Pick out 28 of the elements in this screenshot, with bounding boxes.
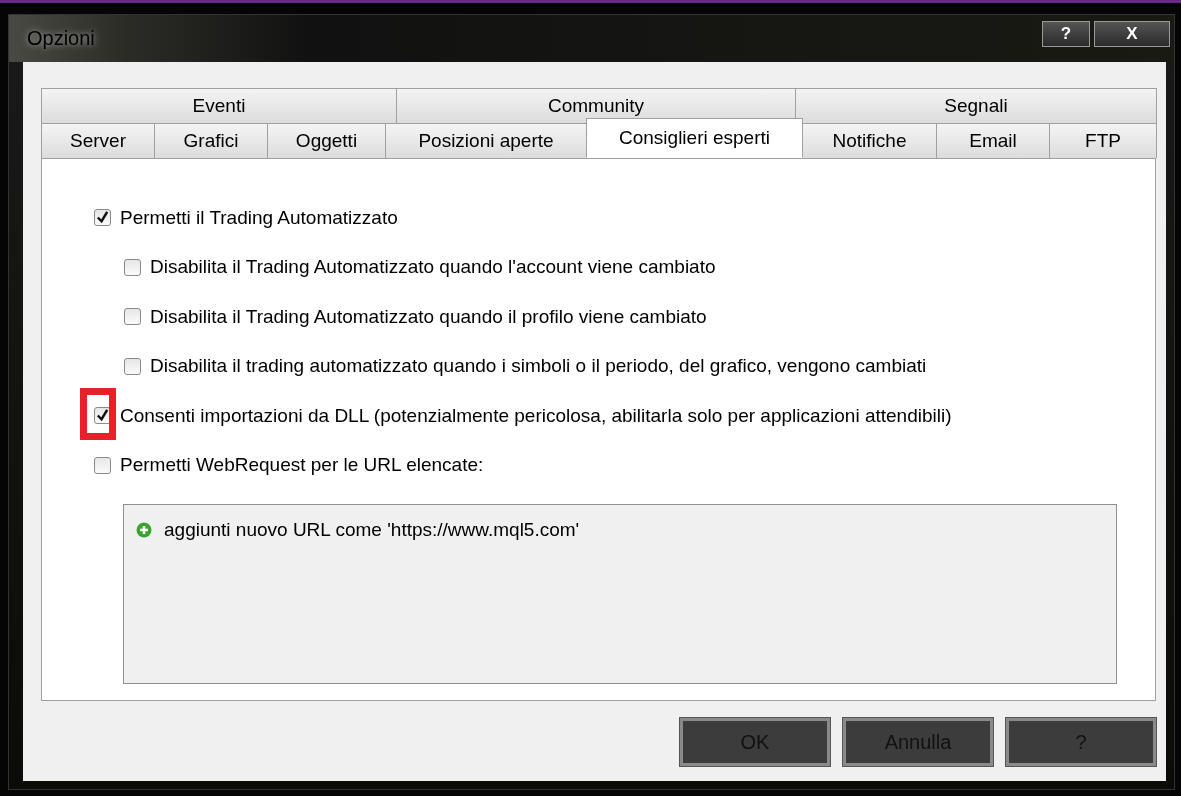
tab[interactable]: Consiglieri esperti [586,118,803,158]
window-title: Opzioni [27,27,95,50]
tab[interactable]: Email [936,123,1050,158]
checkbox[interactable] [124,258,141,276]
url-list[interactable]: aggiunti nuovo URL come 'https://www.mql5.com' [123,504,1117,684]
tab[interactable]: Segnali [795,88,1157,123]
tab[interactable]: Community [396,88,796,123]
close-button[interactable]: X [1094,21,1170,47]
tab[interactable]: Eventi [41,88,397,123]
tab[interactable]: Server [41,123,155,158]
tab[interactable]: Grafici [154,123,268,158]
add-icon[interactable] [136,522,152,538]
checkbox[interactable] [94,209,111,227]
tab[interactable]: Notifiche [802,123,937,158]
option-label[interactable]: Consenti importazioni da DLL (potenzialmente pericolosa, abilitarla solo per applicazioni attendibili) [120,404,952,427]
tab[interactable]: Oggetti [267,123,386,158]
help-button[interactable]: ? [1042,21,1090,47]
tab[interactable]: Posizioni aperte [385,123,587,158]
option-label[interactable]: Permetti WebRequest per le URL elencate: [120,454,484,477]
checkbox[interactable] [124,357,141,375]
option-label[interactable]: Permetti il Trading Automatizzato [120,206,398,229]
option-label[interactable]: Disabilita il Trading Automatizzato quando l'account viene cambiato [150,256,716,279]
list-item[interactable]: aggiunti nuovo URL come 'https://www.mql5.com' [164,519,580,541]
checkbox[interactable] [94,456,111,474]
option-label[interactable]: Disabilita il Trading Automatizzato quando il profilo viene cambiato [150,305,707,328]
option-label[interactable]: Disabilita il trading automatizzato quando i simboli o il periodo, del grafico, vengono cambiati [150,355,927,378]
tab[interactable]: FTP [1049,123,1157,158]
checkbox[interactable] [124,308,141,326]
